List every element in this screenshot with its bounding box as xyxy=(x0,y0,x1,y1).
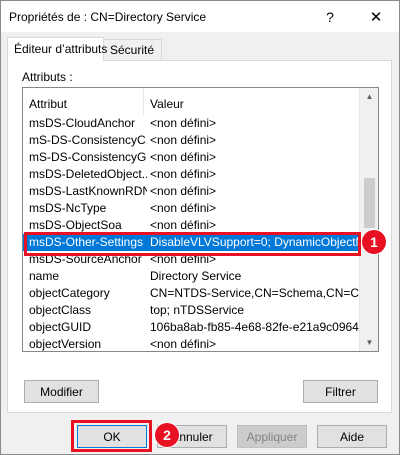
attribute-value-cell: Directory Service xyxy=(150,269,242,283)
tab-attribute-editor[interactable]: Éditeur d’attributs xyxy=(7,37,107,61)
tab-security[interactable]: Sécurité xyxy=(104,39,162,61)
attribute-value-cell: <non défini> xyxy=(150,201,217,215)
list-row[interactable]: mS-DS-ConsistencyG... <non défini> xyxy=(23,149,359,166)
list-row[interactable]: objectClass top; nTDSService xyxy=(23,302,359,319)
attribute-value-cell: top; nTDSService xyxy=(150,303,245,317)
attribute-value-cell: <non défini> xyxy=(150,167,217,181)
attribute-value-cell: <non défini> xyxy=(150,218,217,232)
attribute-value-cell: <non défini> xyxy=(150,252,217,266)
attribute-name-cell: msDS-DeletedObject... xyxy=(29,167,147,181)
attribute-name-cell: msDS-SourceAnchor xyxy=(29,252,142,266)
attributes-label: Attributs : xyxy=(22,70,73,84)
scroll-down-icon[interactable]: ▼ xyxy=(360,334,378,351)
attribute-name-cell: objectCategory xyxy=(29,286,110,300)
list-row[interactable]: msDS-CloudAnchor <non défini> xyxy=(23,115,359,132)
callout-badge-1: 1 xyxy=(362,230,386,254)
attribute-value-cell: <non défini> xyxy=(150,133,217,147)
attribute-name-cell: mS-DS-ConsistencyC... xyxy=(29,133,147,147)
window-title: Propriétés de : CN=Directory Service xyxy=(9,10,207,24)
attribute-name-cell: msDS-Other-Settings xyxy=(29,235,144,249)
attribute-value-cell: <non défini> xyxy=(150,150,217,164)
list-row[interactable]: name Directory Service xyxy=(23,268,359,285)
ok-button[interactable]: OK xyxy=(77,425,147,448)
scroll-up-icon[interactable]: ▲ xyxy=(360,88,378,105)
attribute-value-cell: <non défini> xyxy=(150,184,217,198)
attribute-name-cell: objectVersion xyxy=(29,337,102,351)
list-row[interactable]: msDS-ObjectSoa <non défini> xyxy=(23,217,359,234)
attributes-list[interactable]: Attribut Valeur msDS-CloudAnchor <non déf… xyxy=(22,87,379,352)
help-icon[interactable]: ? xyxy=(307,1,353,32)
filter-button[interactable]: Filtrer xyxy=(303,380,378,403)
modify-button[interactable]: Modifier xyxy=(24,380,99,403)
list-row[interactable]: objectVersion <non défini> xyxy=(23,336,359,351)
close-icon[interactable]: ✕ xyxy=(353,1,399,32)
attribute-name-cell: mS-DS-ConsistencyG... xyxy=(29,150,147,164)
attribute-name-cell: msDS-ObjectSoa xyxy=(29,218,122,232)
apply-button[interactable]: Appliquer xyxy=(237,425,307,448)
attribute-name-cell: msDS-NcType xyxy=(29,201,107,215)
list-row[interactable]: msDS-LastKnownRDN <non défini> xyxy=(23,183,359,200)
column-header-attribute[interactable]: Attribut xyxy=(23,88,144,115)
callout-badge-2: 2 xyxy=(155,423,179,447)
list-row[interactable]: mS-DS-ConsistencyC... <non défini> xyxy=(23,132,359,149)
title-bar: Propriétés de : CN=Directory Service ? ✕ xyxy=(1,1,399,32)
attribute-value-cell: <non défini> xyxy=(150,116,217,130)
attribute-value-cell: 106ba8ab-fb85-4e68-82fe-e21a9c0964ae xyxy=(150,320,359,334)
attribute-value-cell: <non défini> xyxy=(150,337,217,351)
scroll-thumb[interactable] xyxy=(364,178,375,228)
attribute-name-cell: msDS-LastKnownRDN xyxy=(29,184,147,198)
attributes-rows: msDS-CloudAnchor <non défini> mS-DS-Consis… xyxy=(23,115,359,351)
attribute-value-cell: CN=NTDS-Service,CN=Schema,CN=Configu xyxy=(150,286,359,300)
attribute-name-cell: objectClass xyxy=(29,303,92,317)
help-button[interactable]: Aide xyxy=(317,425,387,448)
column-header-value[interactable]: Valeur xyxy=(144,88,359,115)
attribute-value-cell: DisableVLVSupport=0; DynamicObjectMinT xyxy=(150,235,359,249)
attribute-name-cell: msDS-CloudAnchor xyxy=(29,116,136,130)
list-row[interactable]: msDS-DeletedObject... <non défini> xyxy=(23,166,359,183)
vertical-scrollbar[interactable]: ▲ ▼ xyxy=(359,88,378,351)
list-row[interactable]: msDS-SourceAnchor <non défini> xyxy=(23,251,359,268)
attribute-name-cell: name xyxy=(29,269,60,283)
list-row[interactable]: objectGUID 106ba8ab-fb85-4e68-82fe-e21a9c… xyxy=(23,319,359,336)
list-row[interactable]: msDS-NcType <non défini> xyxy=(23,200,359,217)
list-row[interactable]: objectCategory CN=NTDS-Service,CN=Schema,… xyxy=(23,285,359,302)
attribute-name-cell: objectGUID xyxy=(29,320,92,334)
selected-list-row[interactable]: msDS-Other-Settings DisableVLVSupport=0; … xyxy=(23,234,359,251)
